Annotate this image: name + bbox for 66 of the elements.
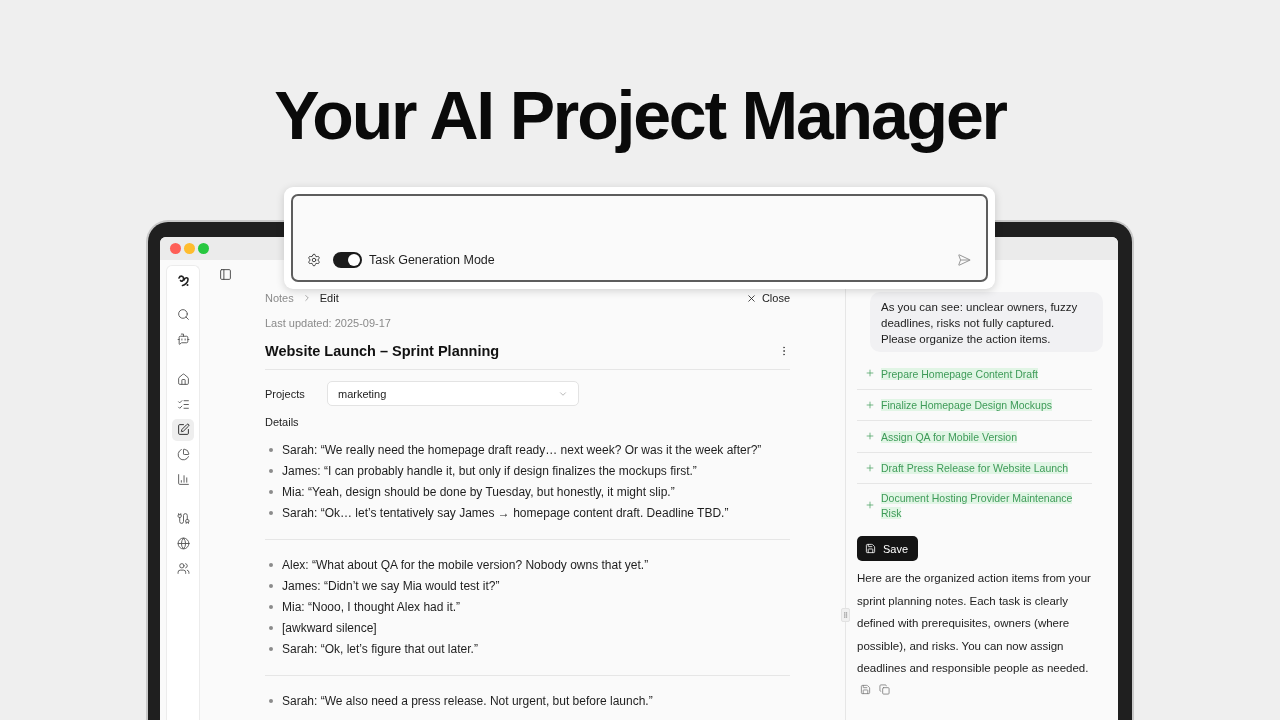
toggle-label: Task Generation Mode xyxy=(369,253,495,267)
close-button[interactable]: Close xyxy=(745,292,790,304)
save-icon xyxy=(865,543,876,554)
user-message: As you can see: unclear owners, fuzzy deadlines, risks not fully captured. Please organize the action items. xyxy=(870,292,1103,352)
plus-icon[interactable] xyxy=(865,431,875,442)
plus-icon[interactable] xyxy=(865,500,875,510)
send-icon[interactable] xyxy=(957,253,971,267)
app-logo-icon xyxy=(176,274,190,287)
bullet-icon xyxy=(269,698,273,703)
bot-icon xyxy=(176,333,190,346)
task-item[interactable]: Draft Press Release for Website Launch xyxy=(881,460,1069,476)
copy-icon[interactable] xyxy=(879,683,890,695)
task-item[interactable]: Assign QA for Mobile Version xyxy=(881,428,1017,444)
task-item[interactable]: Finalize Homepage Design Mockups xyxy=(881,397,1052,413)
cable-icon xyxy=(176,512,190,525)
close-icon xyxy=(745,292,757,304)
bullet-icon xyxy=(269,447,273,452)
nav-item[interactable] xyxy=(172,418,194,441)
note-line: [awkward silence] xyxy=(282,620,377,635)
window-control-icon[interactable] xyxy=(170,243,181,254)
save-icon[interactable] xyxy=(860,683,871,695)
settings-icon[interactable] xyxy=(307,253,321,267)
note-line: Sarah: “We really need the homepage draft ready… next week? Or was it the week after?” xyxy=(282,442,762,457)
plus-icon[interactable] xyxy=(865,399,875,410)
assistant-reply: Here are the organized action items from your sprint planning notes. Each task is clearly defined with prerequisites, owners (where possible), and risks. You can now assign deadlines and responsible people as needed. xyxy=(857,571,1092,676)
plus-icon[interactable] xyxy=(865,462,875,473)
task-item[interactable]: Prepare Homepage Content Draft xyxy=(881,365,1038,381)
bullet-icon xyxy=(269,646,273,651)
bullet-icon xyxy=(269,510,273,515)
note-line: Alex: “What about QA for the mobile version? Nobody owns that yet.” xyxy=(282,557,649,572)
bullet-icon xyxy=(269,468,273,473)
bullet-icon xyxy=(269,625,273,630)
note-line: Mia: “Yeah, design should be done by Tuesday, but honestly, it might slip.” xyxy=(282,484,675,499)
note-line: Sarah: “We also need a press release. Not urgent, but before launch.” xyxy=(282,693,653,708)
toggle-switch[interactable] xyxy=(333,252,362,268)
note-line: Sarah: “Ok, let’s figure that out later.” xyxy=(282,641,478,656)
note-line: James: “Didn’t we say Mia would test it?” xyxy=(282,578,500,593)
pie-chart-icon xyxy=(176,448,190,461)
note-title: Website Launch – Sprint Planning xyxy=(265,343,500,359)
bullet-icon xyxy=(269,583,273,588)
last-updated-text: Last updated: 2025-09-17 xyxy=(265,316,391,330)
edit-icon xyxy=(176,423,190,436)
project-select[interactable]: marketing xyxy=(327,381,579,406)
checklist-icon xyxy=(176,398,190,411)
prompt-field[interactable]: Task Generation Mode xyxy=(291,194,988,282)
headline: Your AI Project Manager xyxy=(274,75,1006,155)
field-label: Projects xyxy=(265,387,306,400)
users-icon xyxy=(176,562,190,575)
sidebar-toggle-icon[interactable] xyxy=(219,267,232,281)
home-icon xyxy=(176,373,190,386)
bar-chart-icon xyxy=(176,473,190,486)
bullet-icon xyxy=(269,489,273,494)
breadcrumb-link[interactable]: Notes xyxy=(265,292,294,304)
note-line: James: “I can probably handle it, but only if design finalizes the mockups first.” xyxy=(282,463,697,478)
plus-icon[interactable] xyxy=(865,368,875,379)
globe-icon xyxy=(176,537,190,550)
window-control-icon[interactable] xyxy=(198,243,209,254)
breadcrumb-current: Edit xyxy=(319,292,339,304)
note-line: Mia: “Nooo, I thought Alex had it.” xyxy=(282,599,461,614)
drag-handle-icon[interactable] xyxy=(841,608,850,622)
bullet-icon xyxy=(269,562,273,567)
note-line: Sarah: “Ok… let’s tentatively say James → homepage content draft. Deadline TBD.” xyxy=(282,505,729,520)
bullet-icon xyxy=(269,604,273,609)
search-icon xyxy=(176,308,190,321)
save-button[interactable]: Save xyxy=(857,536,919,561)
section-label: Details xyxy=(265,415,299,429)
